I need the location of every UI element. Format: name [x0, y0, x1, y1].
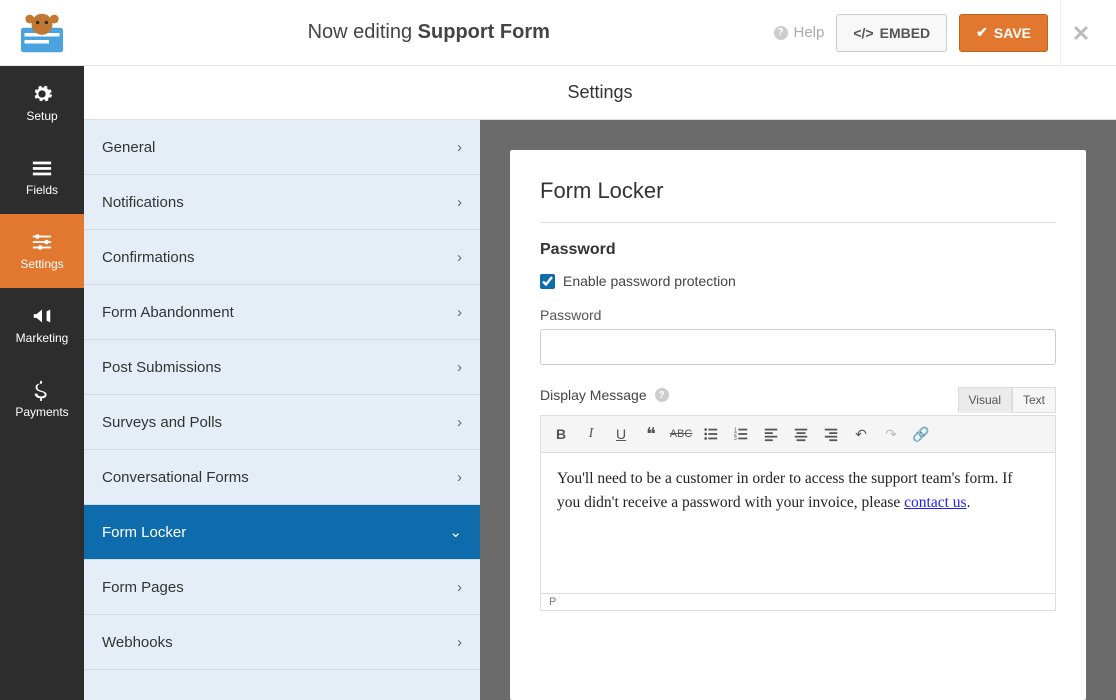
- subnav-item-form-pages[interactable]: Form Pages ›: [84, 560, 480, 615]
- subnav-item-surveys-polls[interactable]: Surveys and Polls ›: [84, 395, 480, 450]
- subnav-label: Confirmations: [102, 249, 195, 266]
- form-name: Support Form: [418, 21, 550, 43]
- chevron-right-icon: ›: [457, 579, 462, 596]
- message-text-post: .: [967, 494, 971, 511]
- link-icon[interactable]: 🔗: [907, 420, 935, 448]
- subnav-label: Form Locker: [102, 524, 186, 541]
- chevron-right-icon: ›: [457, 469, 462, 486]
- contact-us-link[interactable]: contact us: [904, 494, 966, 511]
- divider: [540, 222, 1056, 223]
- dollar-icon: [31, 379, 53, 401]
- help-label: Help: [794, 24, 825, 41]
- redo-icon[interactable]: ↷: [877, 420, 905, 448]
- underline-icon[interactable]: U: [607, 420, 635, 448]
- svg-text:3: 3: [734, 436, 737, 442]
- subnav-label: Post Submissions: [102, 359, 221, 376]
- help-tooltip-icon[interactable]: ?: [655, 388, 669, 402]
- panel-title: Form Locker: [540, 178, 1056, 204]
- subnav-item-confirmations[interactable]: Confirmations ›: [84, 230, 480, 285]
- enable-password-checkbox[interactable]: [540, 274, 555, 289]
- embed-label: EMBED: [880, 25, 931, 41]
- enable-password-label: Enable password protection: [563, 273, 736, 289]
- gear-icon: [31, 83, 53, 105]
- bullhorn-icon: [31, 305, 53, 327]
- subnav-item-conversational-forms[interactable]: Conversational Forms ›: [84, 450, 480, 505]
- subnav-label: Form Abandonment: [102, 304, 234, 321]
- password-field-label: Password: [540, 307, 1056, 323]
- subnav-item-form-abandonment[interactable]: Form Abandonment ›: [84, 285, 480, 340]
- chevron-right-icon: ›: [457, 249, 462, 266]
- subnav-label: General: [102, 139, 155, 156]
- embed-button[interactable]: </> EMBED: [836, 14, 947, 52]
- align-center-icon[interactable]: [787, 420, 815, 448]
- help-icon: ?: [774, 26, 788, 40]
- subnav-label: Form Pages: [102, 579, 184, 596]
- list-icon: [31, 157, 53, 179]
- rail-item-marketing[interactable]: Marketing: [0, 288, 84, 362]
- subnav-item-webhooks[interactable]: Webhooks ›: [84, 615, 480, 670]
- help-button[interactable]: ? Help: [774, 24, 825, 41]
- rail-label: Payments: [15, 405, 68, 419]
- subnav-label: Surveys and Polls: [102, 414, 222, 431]
- subnav-label: Conversational Forms: [102, 469, 249, 486]
- editor-toolbar: B I U ❝ ABC 123: [541, 416, 1055, 453]
- rail-label: Fields: [26, 183, 58, 197]
- rail-item-fields[interactable]: Fields: [0, 140, 84, 214]
- subnav-item-form-locker[interactable]: Form Locker ⌄: [84, 505, 480, 560]
- chevron-right-icon: ›: [457, 139, 462, 156]
- chevron-right-icon: ›: [457, 194, 462, 211]
- close-button[interactable]: [1060, 0, 1100, 66]
- subnav-item-notifications[interactable]: Notifications ›: [84, 175, 480, 230]
- chevron-down-icon: ⌄: [449, 523, 462, 541]
- rail-item-payments[interactable]: Payments: [0, 362, 84, 436]
- undo-icon[interactable]: ↶: [847, 420, 875, 448]
- rail-label: Setup: [26, 109, 57, 123]
- editor-tab-text[interactable]: Text: [1012, 387, 1056, 413]
- subnav-label: Webhooks: [102, 634, 173, 651]
- page-title: Settings: [84, 66, 1116, 120]
- italic-icon[interactable]: I: [577, 420, 605, 448]
- save-button[interactable]: ✔ SAVE: [959, 14, 1048, 52]
- editor-tab-visual[interactable]: Visual: [958, 387, 1012, 413]
- bold-icon[interactable]: B: [547, 420, 575, 448]
- align-left-icon[interactable]: [757, 420, 785, 448]
- subnav-item-general[interactable]: General ›: [84, 120, 480, 175]
- save-label: SAVE: [994, 25, 1031, 41]
- editor-statusbar: P: [541, 593, 1055, 610]
- rail-label: Marketing: [16, 331, 69, 345]
- strikethrough-icon[interactable]: ABC: [667, 420, 695, 448]
- blockquote-icon[interactable]: ❝: [637, 420, 665, 448]
- editing-prefix: Now editing: [308, 21, 413, 43]
- check-icon: ✔: [976, 24, 988, 41]
- settings-subnav: General › Notifications › Confirmations › F…: [84, 120, 480, 700]
- editing-title: Now editing Support Form: [84, 21, 774, 44]
- code-icon: </>: [853, 25, 873, 41]
- brand-logo: [0, 0, 84, 66]
- chevron-right-icon: ›: [457, 359, 462, 376]
- chevron-right-icon: ›: [457, 304, 462, 321]
- align-right-icon[interactable]: [817, 420, 845, 448]
- chevron-right-icon: ›: [457, 634, 462, 651]
- section-password-heading: Password: [540, 241, 1056, 259]
- rail-label: Settings: [20, 257, 63, 271]
- subnav-item-post-submissions[interactable]: Post Submissions ›: [84, 340, 480, 395]
- editor-content[interactable]: You'll need to be a customer in order to…: [541, 453, 1055, 593]
- display-message-label: Display Message: [540, 387, 647, 403]
- bullet-list-icon[interactable]: [697, 420, 725, 448]
- left-rail: Setup Fields Settings Marketing Payments: [0, 66, 84, 700]
- rail-item-settings[interactable]: Settings: [0, 214, 84, 288]
- numbered-list-icon[interactable]: 123: [727, 420, 755, 448]
- chevron-right-icon: ›: [457, 414, 462, 431]
- password-input[interactable]: [540, 329, 1056, 365]
- subnav-label: Notifications: [102, 194, 184, 211]
- sliders-icon: [31, 231, 53, 253]
- rail-item-setup[interactable]: Setup: [0, 66, 84, 140]
